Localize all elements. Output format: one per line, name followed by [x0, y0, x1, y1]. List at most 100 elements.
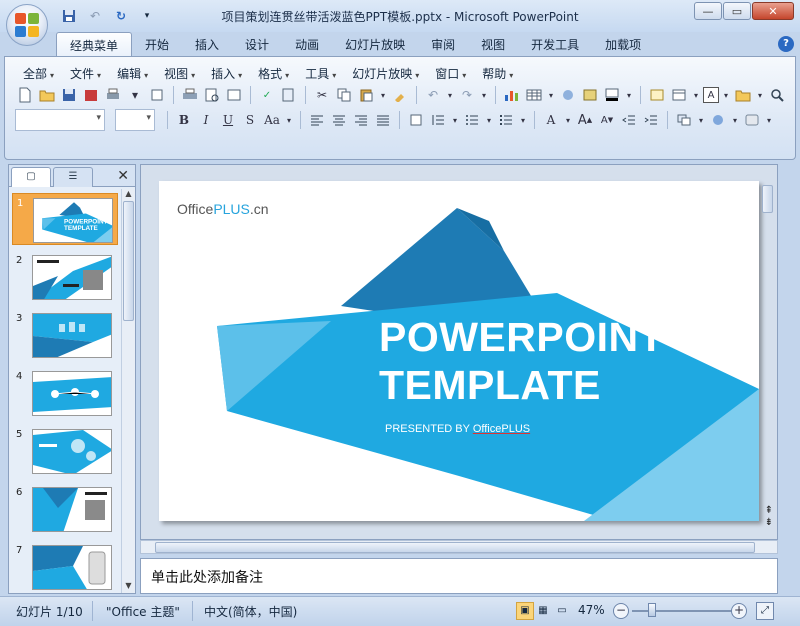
tab-animations[interactable]: 动画	[282, 32, 332, 56]
notes-pane[interactable]: 单击此处添加备注	[140, 558, 778, 594]
paste-dropdown-icon[interactable]: ▾	[378, 85, 388, 105]
zoom-level[interactable]: 47%	[578, 603, 605, 617]
menu-edit[interactable]: 编辑 ▾	[109, 63, 156, 84]
tab-insert[interactable]: 插入	[182, 32, 232, 56]
menu-help[interactable]: 帮助 ▾	[474, 63, 521, 84]
print-preview-icon[interactable]	[202, 85, 222, 105]
increase-indent-icon[interactable]	[641, 110, 661, 130]
minimize-button[interactable]: —	[694, 2, 722, 20]
text-box-dropdown-icon[interactable]: ▾	[721, 85, 731, 105]
slide-view-icon[interactable]	[224, 85, 244, 105]
tab-review[interactable]: 审阅	[418, 32, 468, 56]
language-indicator[interactable]: 中文(简体，中国)	[204, 603, 297, 620]
zoom-slider-thumb[interactable]	[648, 603, 656, 617]
maximize-button[interactable]: ▭	[723, 2, 751, 20]
undo-dropdown-icon[interactable]: ▾	[445, 85, 455, 105]
shapes-icon[interactable]	[708, 110, 728, 130]
zoom-icon[interactable]	[767, 85, 787, 105]
scrollbar-thumb[interactable]	[762, 185, 773, 213]
tab-classic-menu[interactable]: 经典菜单	[56, 32, 133, 56]
undo-icon[interactable]: ↶	[423, 85, 443, 105]
help-icon[interactable]: ?	[778, 36, 794, 52]
slide-thumbnail[interactable]: 1 POWERPOINT TEMPLATE	[12, 193, 118, 245]
redo-dropdown-icon[interactable]: ▾	[479, 85, 489, 105]
new-document-icon[interactable]	[15, 85, 35, 105]
menu-tools[interactable]: 工具 ▾	[297, 63, 344, 84]
shapes-dropdown-icon[interactable]: ▾	[730, 110, 740, 130]
fill-dropdown-icon[interactable]: ▾	[624, 85, 634, 105]
menu-file[interactable]: 文件 ▾	[62, 63, 109, 84]
menu-window[interactable]: 窗口 ▾	[427, 63, 474, 84]
layout-dropdown-icon[interactable]: ▾	[691, 85, 701, 105]
tab-developer[interactable]: 开发工具	[518, 32, 592, 56]
quick-styles-icon[interactable]	[742, 110, 762, 130]
menu-slideshow[interactable]: 幻灯片放映 ▾	[344, 63, 427, 84]
open-folder-icon[interactable]	[37, 85, 57, 105]
text-direction-icon[interactable]	[406, 110, 426, 130]
arrange-icon[interactable]	[674, 110, 694, 130]
change-case-button[interactable]: Aa	[262, 110, 282, 130]
italic-button[interactable]: I	[196, 110, 216, 130]
send-icon[interactable]: ▾	[125, 85, 145, 105]
spacing-dropdown-icon[interactable]: ▾	[450, 110, 460, 130]
theme-name[interactable]: "Office 主题"	[106, 603, 180, 620]
bullets-dropdown-icon[interactable]: ▾	[518, 110, 528, 130]
tab-addins[interactable]: 加载项	[592, 32, 654, 56]
arrange-dropdown-icon[interactable]: ▾	[696, 110, 706, 130]
slideshow-view-icon[interactable]: ▭	[553, 602, 571, 620]
decrease-indent-icon[interactable]	[619, 110, 639, 130]
presented-by[interactable]: PRESENTED BY OfficePLUS	[385, 423, 530, 435]
slide-thumbnail[interactable]: 3	[12, 309, 118, 361]
menu-all[interactable]: 全部 ▾	[15, 63, 62, 84]
zoom-slider[interactable]	[632, 610, 732, 612]
scrollbar-thumb[interactable]	[155, 542, 755, 553]
thumbnail-scrollbar[interactable]: ▲ ▼	[121, 189, 135, 593]
shadow-button[interactable]: S	[240, 110, 260, 130]
text-box-icon[interactable]: A	[703, 87, 719, 103]
zoom-out-icon[interactable]: −	[613, 603, 629, 619]
permission-icon[interactable]	[81, 85, 101, 105]
slide-thumbnail[interactable]: 6	[12, 483, 118, 535]
styles-dropdown-icon[interactable]: ▾	[764, 110, 774, 130]
shrink-font-icon[interactable]: A ▼	[597, 110, 617, 130]
slide-thumbnail[interactable]: 2	[12, 251, 118, 303]
menu-insert[interactable]: 插入 ▾	[203, 63, 250, 84]
redo-icon[interactable]: ↷	[457, 85, 477, 105]
table-dropdown-icon[interactable]: ▾	[546, 85, 556, 105]
numbering-icon[interactable]	[462, 110, 482, 130]
tab-view[interactable]: 视图	[468, 32, 518, 56]
horizontal-scrollbar[interactable]	[140, 540, 778, 554]
slide-thumbnail[interactable]: 4	[12, 367, 118, 419]
previous-slide-icon[interactable]: ⇞	[765, 505, 773, 517]
align-left-icon[interactable]	[307, 110, 327, 130]
folder-icon[interactable]	[733, 85, 753, 105]
clip-art-icon[interactable]	[558, 85, 578, 105]
next-slide-icon[interactable]: ⇟	[765, 517, 773, 529]
slides-tab[interactable]: ▢	[11, 167, 51, 187]
layout-icon[interactable]	[669, 85, 689, 105]
menu-format[interactable]: 格式 ▾	[250, 63, 297, 84]
menu-view[interactable]: 视图 ▾	[156, 63, 203, 84]
cut-icon[interactable]: ✂	[312, 85, 332, 105]
bold-button[interactable]: B	[174, 110, 194, 130]
insert-chart-icon[interactable]	[502, 85, 522, 105]
folder-dropdown-icon[interactable]: ▾	[755, 85, 765, 105]
tab-home[interactable]: 开始	[132, 32, 182, 56]
font-color-dropdown-icon[interactable]: ▾	[563, 110, 573, 130]
new-slide-icon[interactable]	[647, 85, 667, 105]
justify-icon[interactable]	[373, 110, 393, 130]
slide-thumbnail[interactable]: 7	[12, 541, 118, 593]
grow-font-icon[interactable]: A ▲	[575, 110, 595, 130]
bullets-icon[interactable]	[496, 110, 516, 130]
numbering-dropdown-icon[interactable]: ▾	[484, 110, 494, 130]
fill-color-icon[interactable]	[602, 85, 622, 105]
case-dropdown-icon[interactable]: ▾	[284, 110, 294, 130]
save-icon[interactable]	[59, 85, 79, 105]
zoom-in-icon[interactable]: +	[731, 603, 747, 619]
scroll-up-icon[interactable]: ▲	[122, 189, 135, 201]
line-spacing-icon[interactable]	[428, 110, 448, 130]
spelling-icon[interactable]: ✓	[257, 85, 277, 105]
underline-button[interactable]: U	[218, 110, 238, 130]
attach-icon[interactable]	[147, 85, 167, 105]
slide-scrollbar[interactable]	[761, 169, 775, 529]
